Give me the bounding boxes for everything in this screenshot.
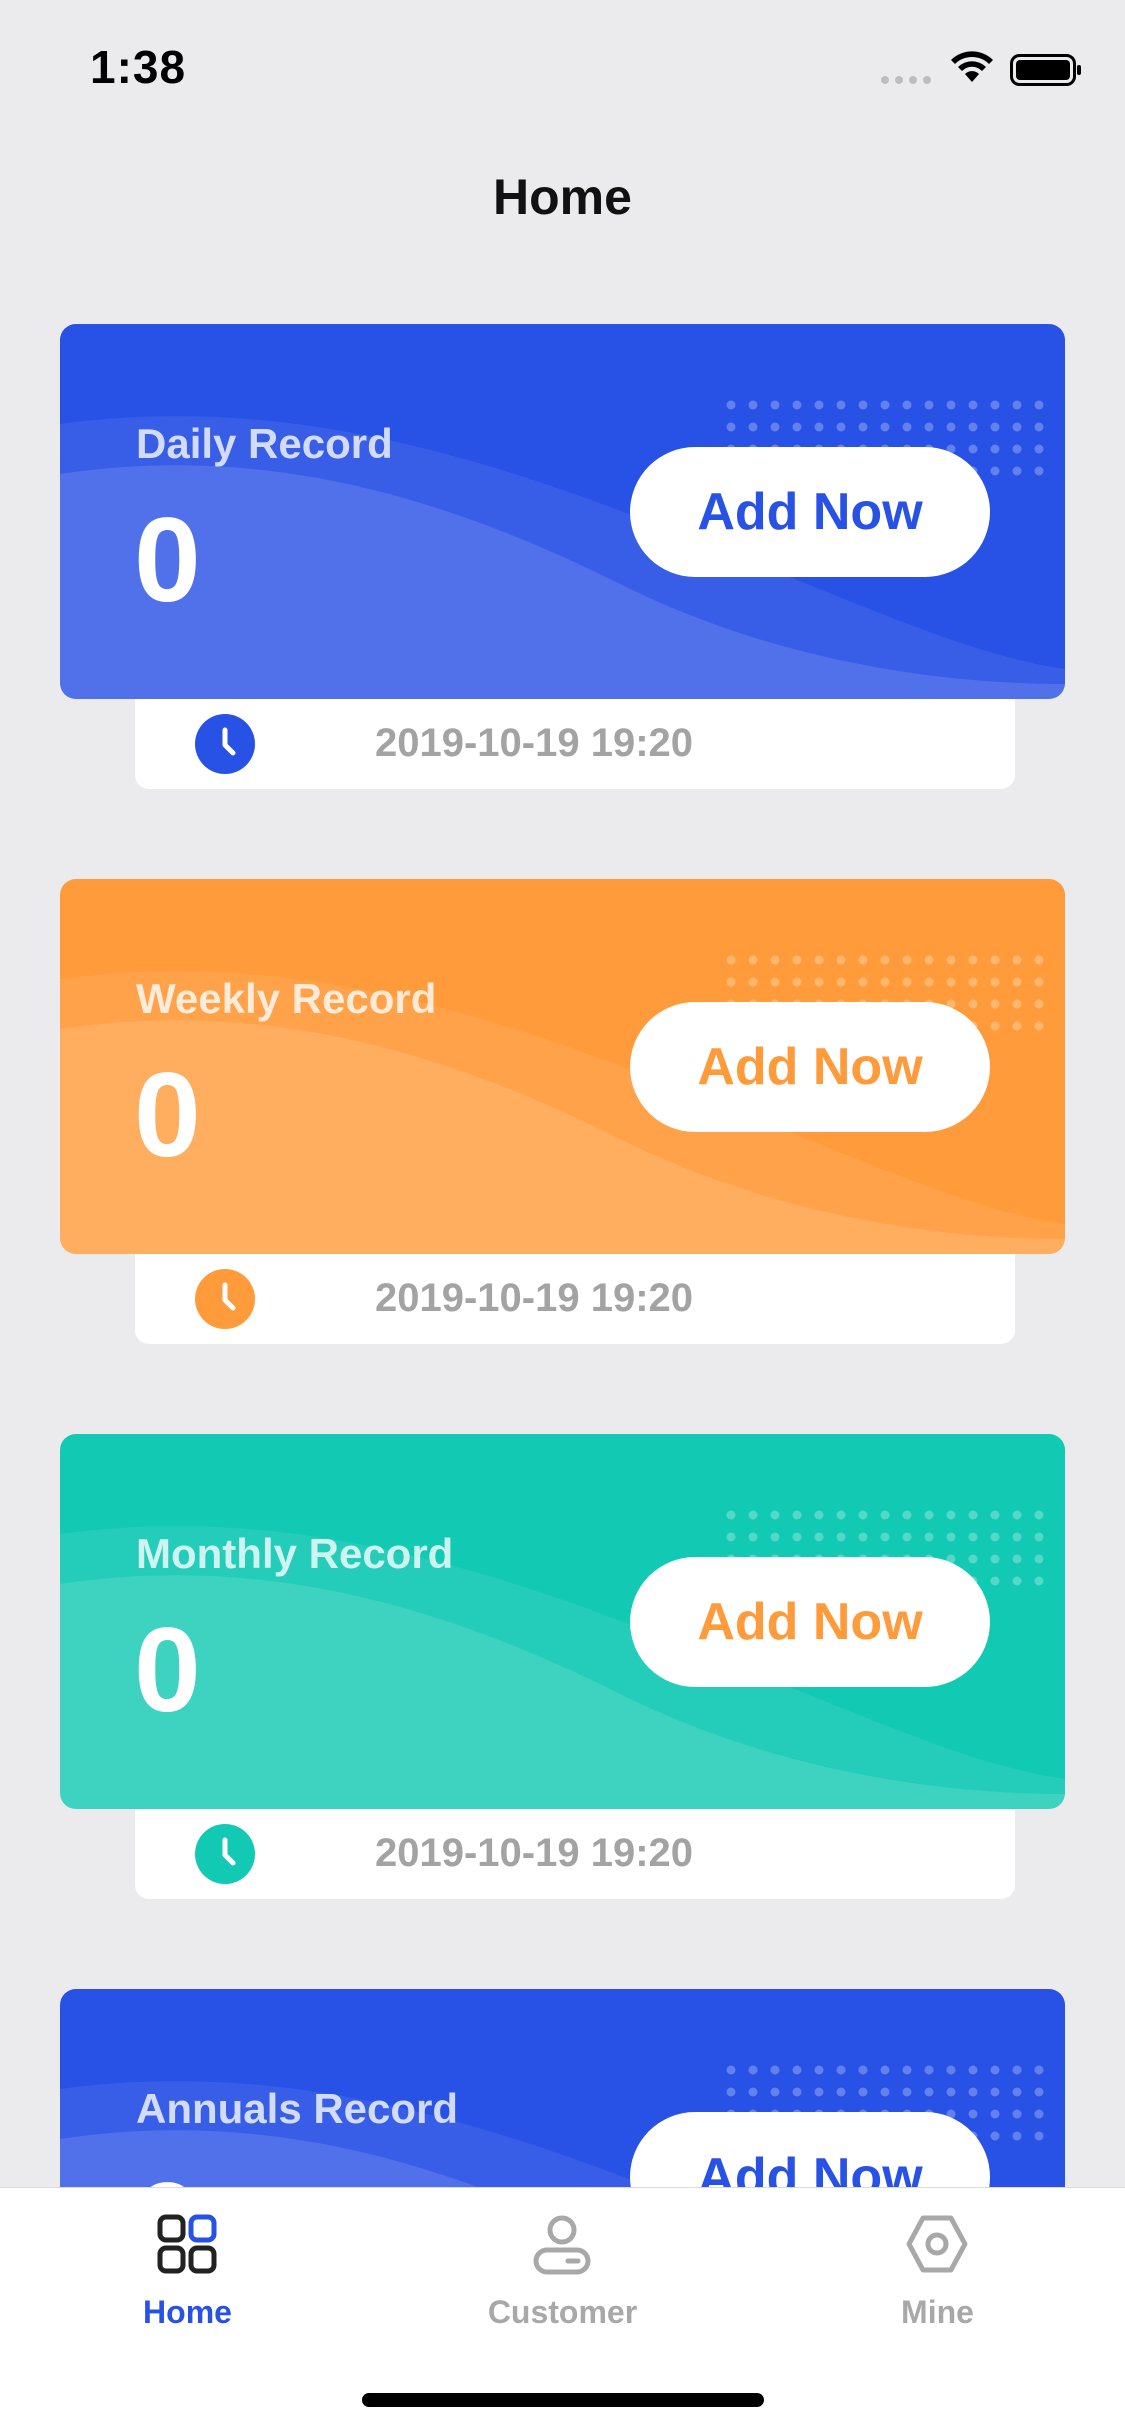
add-now-button[interactable]: Add Now <box>630 1557 990 1687</box>
clock-icon <box>195 1269 255 1329</box>
clock-icon <box>195 1824 255 1884</box>
record-count: 0 <box>134 2165 201 2187</box>
add-now-button[interactable]: Add Now <box>630 447 990 577</box>
status-time: 1:38 <box>90 41 187 93</box>
record-count: 0 <box>134 1048 201 1182</box>
record-count: 0 <box>134 493 201 627</box>
record-timestamp-bar: 2019-10-19 19:20 <box>135 699 1015 789</box>
record-title: Weekly Record <box>136 975 437 1022</box>
cellular-signal-icon <box>881 76 931 84</box>
record-title: Annuals Record <box>136 2085 459 2132</box>
home-indicator <box>362 2393 764 2407</box>
record-card: Daily Record 0 Add Now <box>60 324 1065 699</box>
tab-customer-label: Customer <box>487 2294 638 2330</box>
record-title: Monthly Record <box>136 1530 454 1577</box>
status-bar: 1:38 <box>0 0 1125 132</box>
battery-icon <box>1010 54 1081 86</box>
record-timestamp: 2019-10-19 19:20 <box>375 721 694 765</box>
record-card-group: Annuals Record 0 Add Now 2019-10-19 19:2… <box>60 1989 1065 2187</box>
wifi-icon <box>951 51 993 82</box>
tab-customer[interactable]: Customer <box>375 2188 750 2338</box>
home-screen: 1:38 Home Daily Record 0 Add Now 2019-10… <box>0 0 1125 2436</box>
record-title: Daily Record <box>136 420 393 467</box>
tab-home-label: Home <box>143 2294 232 2330</box>
record-count: 0 <box>134 1603 201 1737</box>
records-list[interactable]: Daily Record 0 Add Now 2019-10-19 19:20 … <box>0 132 1125 2187</box>
record-card: Monthly Record 0 Add Now <box>60 1434 1065 1809</box>
record-timestamp: 2019-10-19 19:20 <box>375 1276 694 1320</box>
record-timestamp-bar: 2019-10-19 19:20 <box>135 1254 1015 1344</box>
tab-home[interactable]: Home <box>0 2188 375 2338</box>
hexagon-settings-icon <box>906 2215 968 2273</box>
add-now-button[interactable]: Add Now <box>630 2112 990 2187</box>
record-card-group: Monthly Record 0 Add Now 2019-10-19 19:2… <box>60 1434 1065 1899</box>
record-card: Weekly Record 0 Add Now <box>60 879 1065 1254</box>
record-timestamp: 2019-10-19 19:20 <box>375 1831 694 1875</box>
tab-mine-label: Mine <box>901 2294 974 2330</box>
tab-mine[interactable]: Mine <box>750 2188 1125 2338</box>
home-grid-icon <box>157 2214 217 2274</box>
user-icon <box>533 2215 591 2275</box>
clock-icon <box>195 714 255 774</box>
record-timestamp-bar: 2019-10-19 19:20 <box>135 1809 1015 1899</box>
record-card-group: Weekly Record 0 Add Now 2019-10-19 19:20 <box>60 879 1065 1344</box>
add-now-button[interactable]: Add Now <box>630 1002 990 1132</box>
record-card: Annuals Record 0 Add Now <box>60 1989 1065 2187</box>
record-card-group: Daily Record 0 Add Now 2019-10-19 19:20 <box>60 324 1065 789</box>
